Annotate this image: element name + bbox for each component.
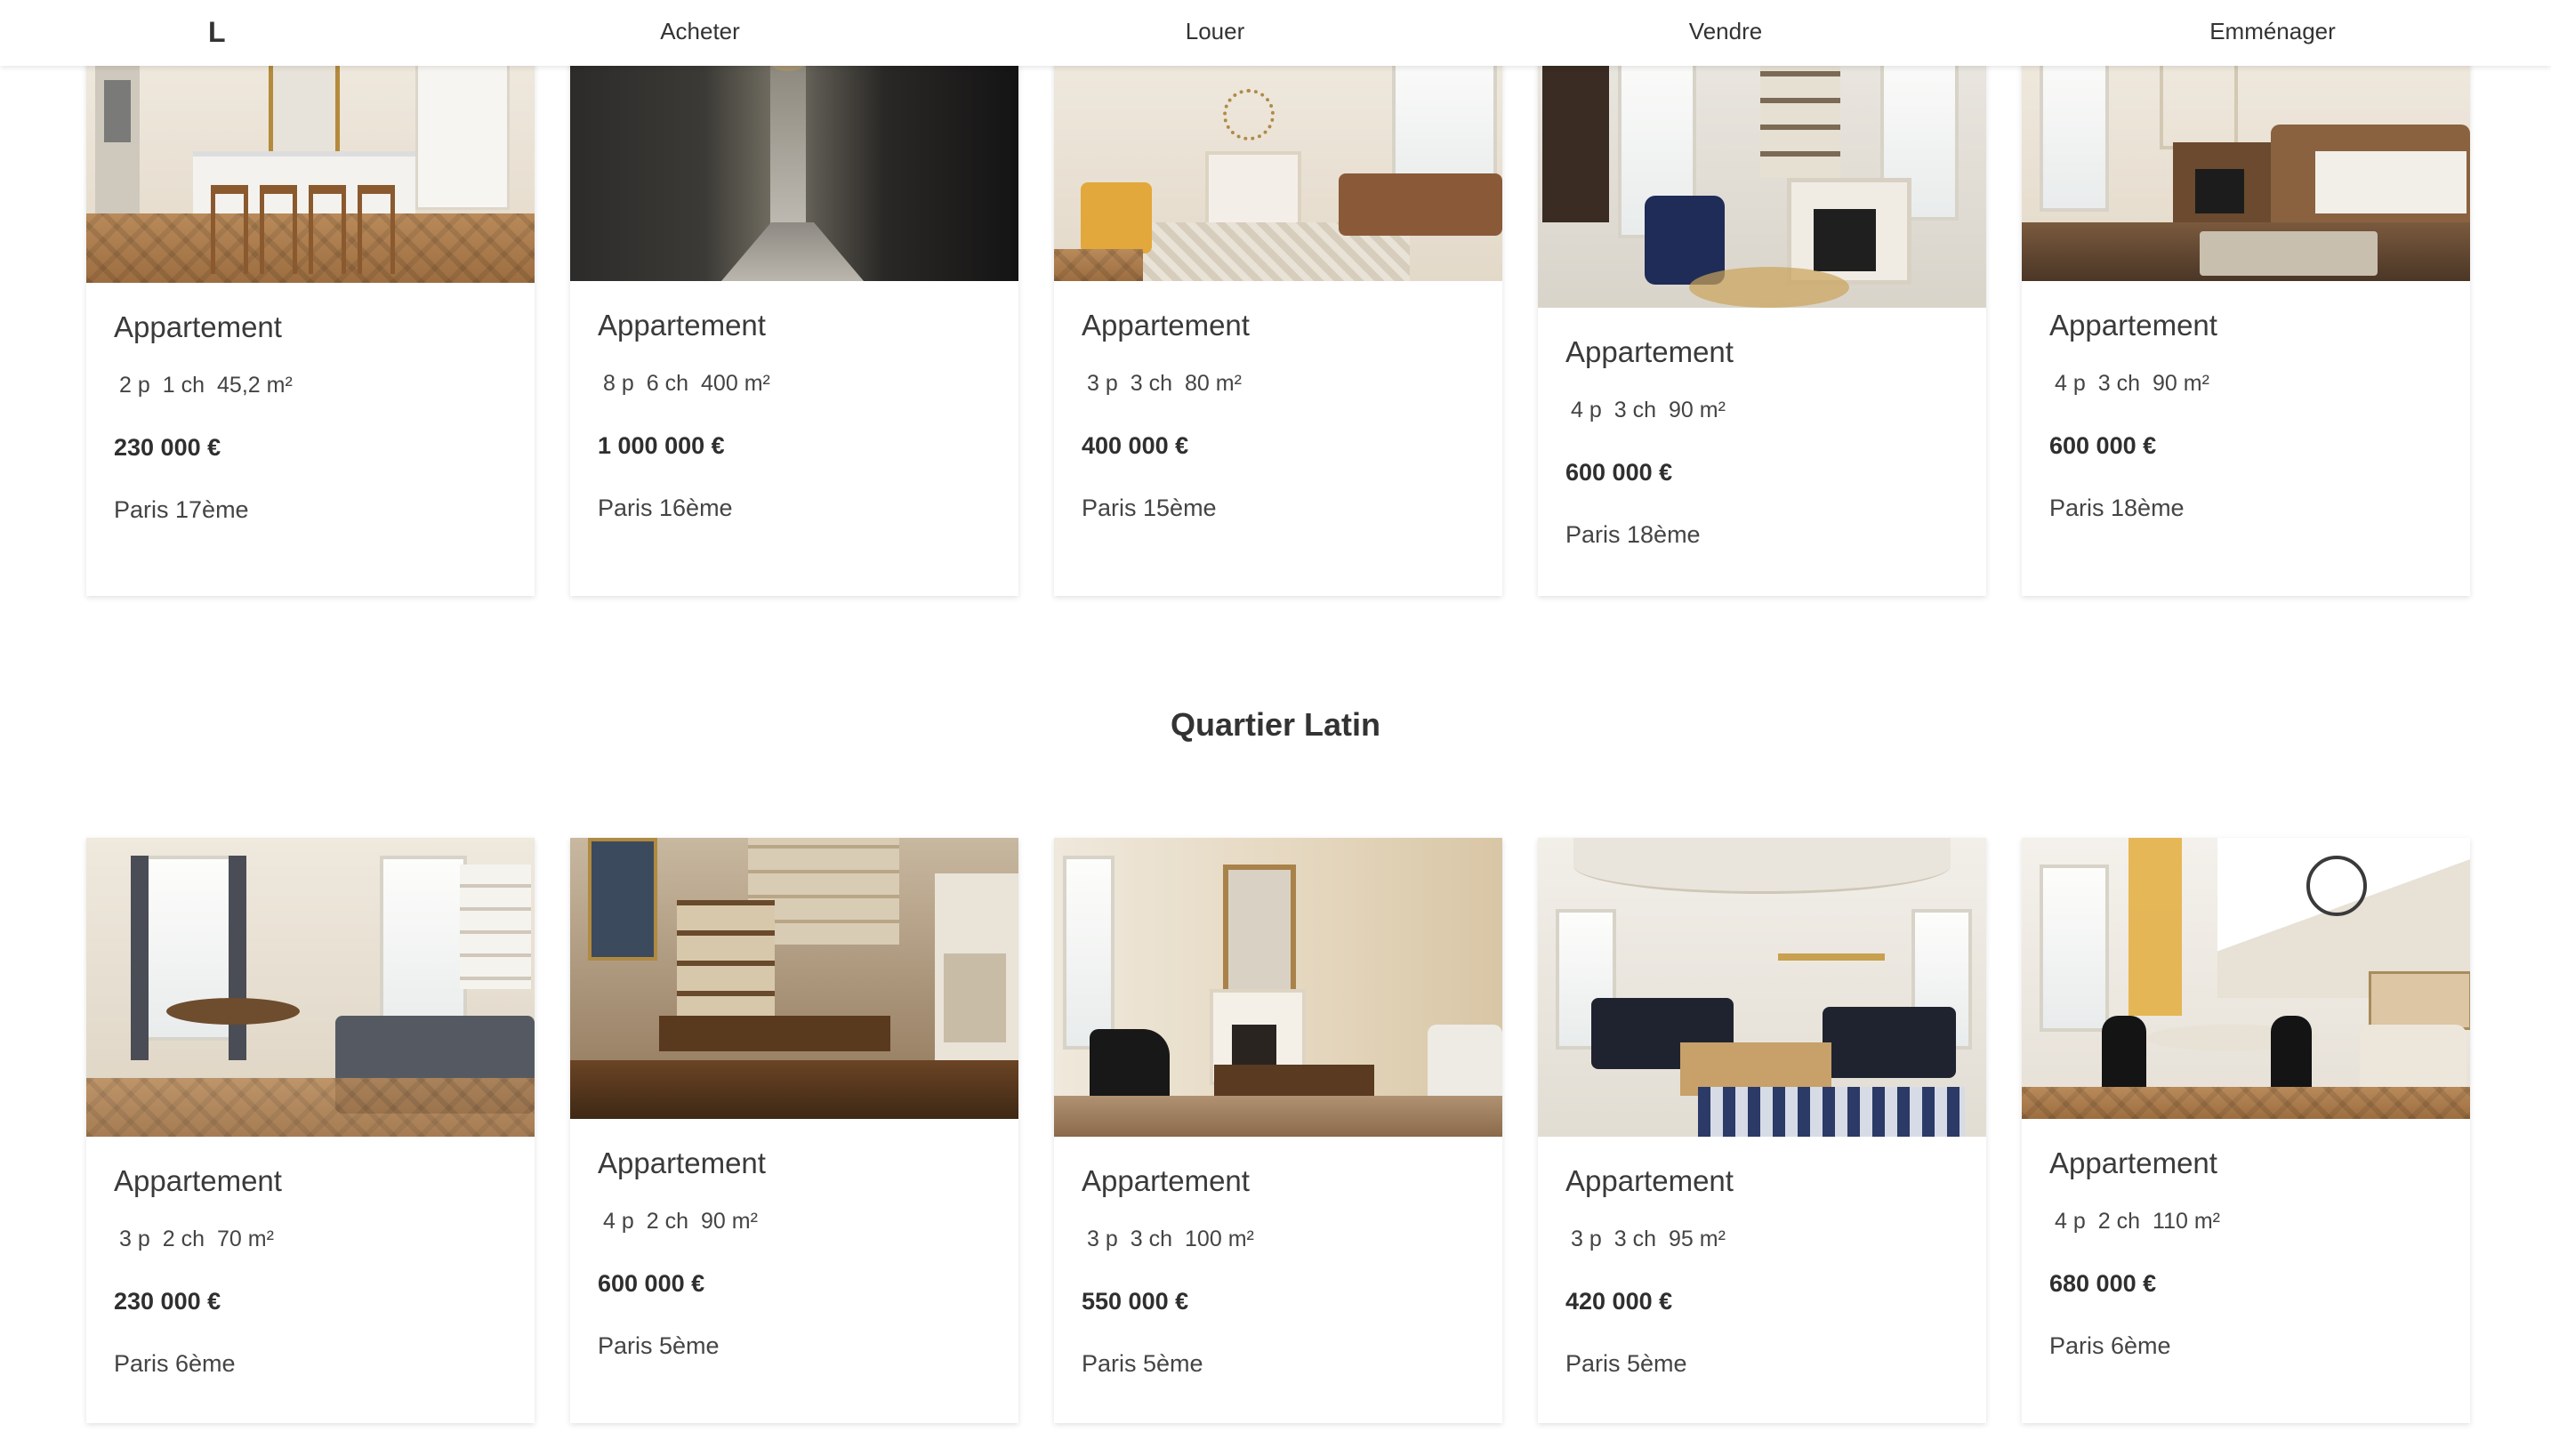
property-price: 230 000 € — [114, 434, 221, 461]
bedrooms-count: 3 ch — [1130, 371, 1173, 396]
property-location: Paris 18ème — [2049, 495, 2185, 521]
property-specs: 4 p 2 ch 110 m² — [2049, 1208, 2442, 1235]
property-type: Appartement — [1082, 1164, 1250, 1197]
property-specs: 3 p 3 ch 95 m² — [1565, 1226, 1959, 1252]
property-price: 600 000 € — [2049, 432, 2157, 459]
dining-living-room-photo — [86, 838, 535, 1137]
surface-area: 400 m² — [701, 371, 770, 396]
rooms-count: 3 p — [1571, 1227, 1602, 1251]
rooms-count: 3 p — [1087, 371, 1118, 396]
property-card[interactable]: Appartement 3 p 3 ch 80 m² 400 000 € Paris… — [1054, 18, 1502, 596]
bedrooms-count: 6 ch — [646, 371, 689, 396]
property-location: Paris 5ème — [598, 1332, 720, 1359]
rooms-count: 4 p — [1571, 398, 1602, 422]
property-specs: 4 p 2 ch 90 m² — [598, 1208, 991, 1235]
property-specs: 8 p 6 ch 400 m² — [598, 370, 991, 397]
bedrooms-count: 2 ch — [2097, 1209, 2141, 1234]
surface-area: 80 m² — [1185, 371, 1242, 396]
property-location: Paris 18ème — [1565, 521, 1701, 548]
rooms-count: 4 p — [2055, 371, 2086, 396]
attic-dining-photo — [2022, 838, 2470, 1119]
bedrooms-count: 3 ch — [1130, 1227, 1173, 1251]
surface-area: 45,2 m² — [217, 373, 293, 398]
property-type: Appartement — [114, 1164, 282, 1197]
property-specs: 3 p 3 ch 80 m² — [1082, 370, 1475, 397]
property-specs: 4 p 3 ch 90 m² — [2049, 370, 2442, 397]
rooms-count: 4 p — [603, 1209, 634, 1234]
property-card[interactable]: Appartement 3 p 3 ch 95 m² 420 000 € Paris… — [1538, 838, 1986, 1423]
property-price: 550 000 € — [1082, 1288, 1189, 1315]
property-location: Paris 5ème — [1082, 1350, 1203, 1377]
property-specs: 3 p 3 ch 100 m² — [1082, 1226, 1475, 1252]
bedrooms-count: 2 ch — [162, 1227, 205, 1251]
top-navigation: L Acheter Louer Vendre Emménager — [0, 0, 2551, 66]
surface-area: 70 m² — [217, 1227, 274, 1251]
property-price: 1 000 000 € — [598, 432, 725, 459]
rooms-count: 3 p — [1087, 1227, 1118, 1251]
property-price: 680 000 € — [2049, 1270, 2157, 1297]
property-location: Paris 17ème — [114, 496, 249, 523]
property-card[interactable]: Appartement 4 p 3 ch 90 m² 600 000 € Paris… — [1538, 18, 1986, 596]
bedrooms-count: 3 ch — [1613, 398, 1657, 422]
property-location: Paris 15ème — [1082, 495, 1217, 521]
property-location: Paris 6ème — [114, 1350, 236, 1377]
stone-wall-dining-photo — [570, 838, 1018, 1119]
property-specs: 2 p 1 ch 45,2 m² — [114, 372, 507, 398]
bedrooms-count: 1 ch — [162, 373, 205, 398]
property-card[interactable]: Appartement 4 p 3 ch 90 m² 600 000 € Paris… — [2022, 18, 2470, 596]
property-type: Appartement — [2049, 1146, 2217, 1179]
bedrooms-count: 3 ch — [1613, 1227, 1657, 1251]
surface-area: 90 m² — [1669, 398, 1726, 422]
surface-area: 110 m² — [2153, 1209, 2220, 1234]
surface-area: 90 m² — [2153, 371, 2209, 396]
rooms-count: 3 p — [119, 1227, 150, 1251]
property-type: Appartement — [2049, 309, 2217, 342]
property-card[interactable]: Appartement 3 p 2 ch 70 m² 230 000 € Paris… — [86, 838, 535, 1423]
property-card[interactable]: Appartement 3 p 3 ch 100 m² 550 000 € Pari… — [1054, 838, 1502, 1423]
surface-area: 95 m² — [1669, 1227, 1726, 1251]
section-title-quartier-latin: Quartier Latin — [1170, 706, 1381, 743]
property-card[interactable]: Appartement 8 p 6 ch 400 m² 1 000 000 € Pa… — [570, 18, 1018, 596]
site-logo[interactable]: L — [208, 14, 226, 50]
rooms-count: 2 p — [119, 373, 150, 398]
bedrooms-count: 2 ch — [646, 1209, 689, 1234]
property-price: 420 000 € — [1565, 1288, 1673, 1315]
fireplace-mirror-lounge-photo — [1054, 838, 1502, 1137]
property-card[interactable]: Appartement 4 p 2 ch 90 m² 600 000 € Paris… — [570, 838, 1018, 1423]
property-specs: 4 p 3 ch 90 m² — [1565, 397, 1959, 423]
surface-area: 90 m² — [701, 1209, 758, 1234]
property-price: 600 000 € — [598, 1270, 705, 1297]
rooms-count: 8 p — [603, 371, 634, 396]
property-specs: 3 p 2 ch 70 m² — [114, 1226, 507, 1252]
surface-area: 100 m² — [1185, 1227, 1254, 1251]
property-type: Appartement — [598, 309, 766, 342]
nav-link-acheter[interactable]: Acheter — [660, 16, 740, 46]
property-location: Paris 16ème — [598, 495, 733, 521]
property-type: Appartement — [1565, 1164, 1734, 1197]
property-type: Appartement — [114, 310, 282, 343]
nav-link-emmenager[interactable]: Emménager — [2209, 16, 2336, 46]
property-price: 230 000 € — [114, 1288, 221, 1315]
property-location: Paris 6ème — [2049, 1332, 2171, 1359]
bedrooms-count: 3 ch — [2097, 371, 2141, 396]
property-price: 600 000 € — [1565, 459, 1673, 486]
nav-link-vendre[interactable]: Vendre — [1689, 16, 1762, 46]
property-type: Appartement — [598, 1146, 766, 1179]
rooms-count: 4 p — [2055, 1209, 2086, 1234]
nav-link-louer[interactable]: Louer — [1186, 16, 1245, 46]
property-location: Paris 5ème — [1565, 1350, 1687, 1377]
property-card[interactable]: Appartement 4 p 2 ch 110 m² 680 000 € Pari… — [2022, 838, 2470, 1423]
property-type: Appartement — [1082, 309, 1250, 342]
property-price: 400 000 € — [1082, 432, 1189, 459]
blue-sofa-salon-photo — [1538, 838, 1986, 1137]
property-type: Appartement — [1565, 335, 1734, 368]
property-card[interactable]: Appartement 2 p 1 ch 45,2 m² 230 000 € Par… — [86, 18, 535, 596]
